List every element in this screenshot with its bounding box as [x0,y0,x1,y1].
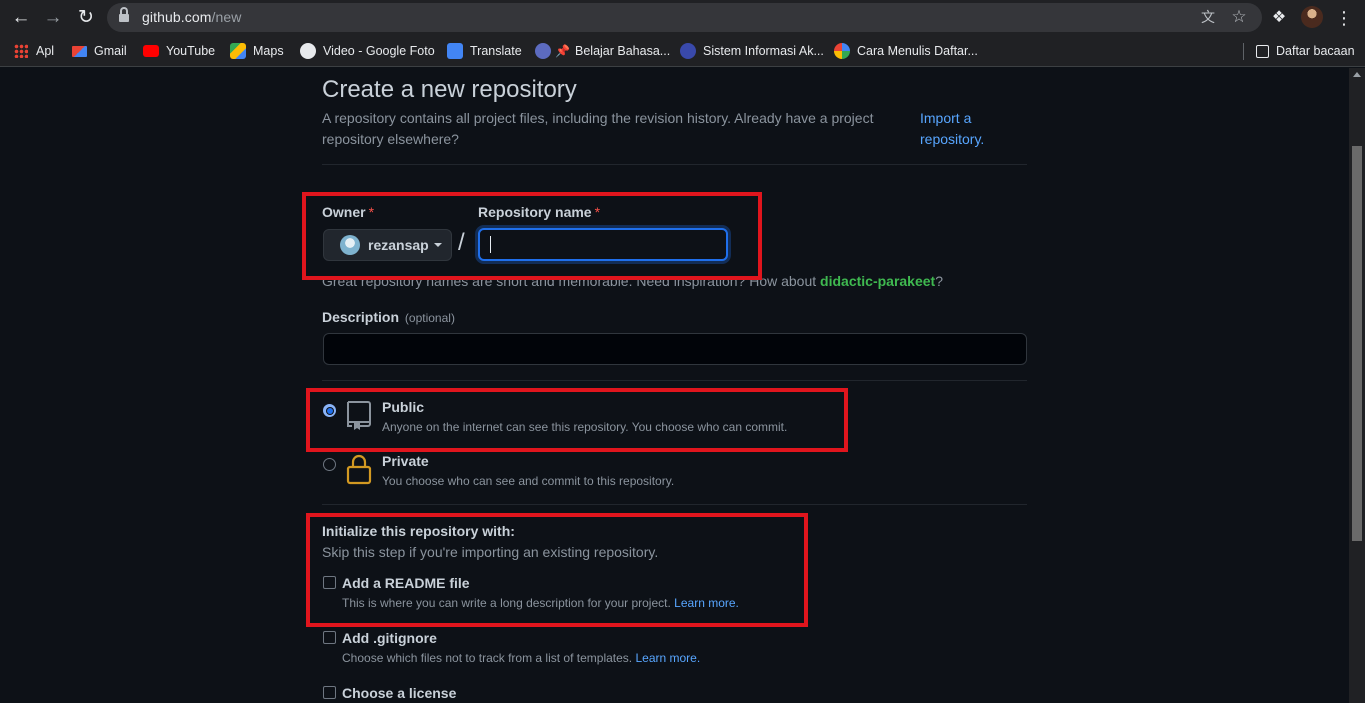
bookmarks-separator [1243,43,1244,60]
campus-icon [680,43,696,59]
description-input[interactable] [323,333,1027,365]
page-subtitle: A repository contains all project files,… [322,110,874,147]
highlight-box-owner-repo [302,192,762,280]
translate-page-icon[interactable]: 文 [1198,7,1218,27]
menu-kebab-icon[interactable]: ⋮ [1332,6,1356,30]
license-title: Choose a license [342,685,457,701]
private-radio[interactable] [323,458,336,471]
import-repository-link[interactable]: Import a repository. [920,108,1010,150]
url-text[interactable]: github.com/new [142,9,241,25]
learn-more-link[interactable]: Learn more. [635,651,700,665]
apps-grid-icon [14,44,28,58]
google-icon [834,43,850,59]
pin-icon: 📌 [555,44,570,58]
back-arrow-icon[interactable]: ← [8,5,34,31]
browser-toolbar: ← → ↻ github.com/new 文 ☆ ❖ ⋮ [0,0,1365,35]
scroll-up-arrow-icon[interactable] [1353,72,1361,77]
gitignore-description: Choose which files not to track from a l… [342,651,701,665]
bookmark-belajar-bahasa[interactable]: 📌 Belajar Bahasa... [535,41,670,61]
bookmarks-bar: Apl Gmail YouTube Maps Video - Google Fo… [0,35,1365,67]
divider [322,164,1027,165]
reload-icon[interactable]: ↻ [73,5,99,31]
bookmark-gmail[interactable]: Gmail [72,41,127,61]
bookmark-maps[interactable]: Maps [230,41,284,61]
gitignore-title: Add .gitignore [342,630,437,646]
extensions-puzzle-icon[interactable]: ❖ [1267,6,1291,30]
highlight-box-public [306,388,848,452]
bookmark-apps[interactable]: Apl [14,41,54,61]
highlight-box-initialize [306,513,808,627]
maps-icon [230,43,246,59]
scrollbar-thumb[interactable] [1352,146,1362,541]
divider [322,504,1027,505]
divider [322,380,1027,381]
photos-icon [300,43,316,59]
lock-icon[interactable] [119,7,129,23]
lock-icon [346,454,372,485]
reading-list-icon [1256,44,1269,58]
license-checkbox[interactable] [323,686,336,699]
bookmark-sistem-informasi[interactable]: Sistem Informasi Ak... [680,41,824,61]
bookmark-youtube[interactable]: YouTube [143,41,215,61]
address-bar[interactable]: github.com/new 文 ☆ [107,3,1262,32]
youtube-icon [143,45,159,57]
translate-icon [447,43,463,59]
private-title: Private [382,453,429,469]
site-icon [535,43,551,59]
suggested-name[interactable]: didactic-parakeet [820,273,935,289]
reading-list[interactable]: Daftar bacaan [1256,41,1355,61]
description-label: Description (optional) [322,309,455,325]
forward-arrow-icon[interactable]: → [40,5,66,31]
page-title: Create a new repository [322,76,577,103]
private-description: You choose who can see and commit to thi… [382,474,675,488]
bookmark-google-photos[interactable]: Video - Google Foto [300,41,435,61]
gitignore-checkbox[interactable] [323,631,336,644]
bookmark-translate[interactable]: Translate [447,41,522,61]
profile-avatar[interactable] [1301,6,1323,28]
bookmark-cara-menulis[interactable]: Cara Menulis Daftar... [834,41,978,61]
gmail-icon [72,45,87,57]
bookmark-star-icon[interactable]: ☆ [1229,7,1249,27]
